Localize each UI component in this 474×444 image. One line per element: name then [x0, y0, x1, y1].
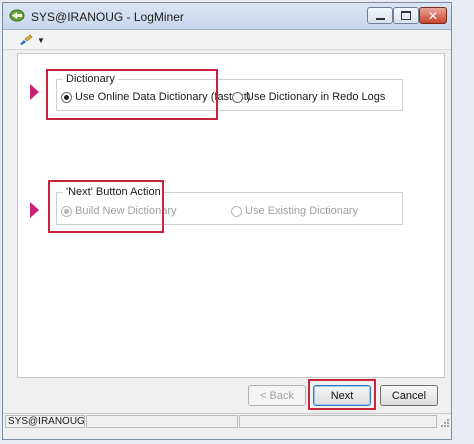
radio-redo-logs-label: Use Dictionary in Redo Logs — [246, 91, 386, 103]
window-title: SYS@IRANOUG - LogMiner — [31, 10, 184, 24]
back-button[interactable]: < Back — [248, 385, 306, 406]
status-panel-1 — [86, 415, 238, 428]
wizard-content: Dictionary Use Online Data Dictionary (f… — [17, 53, 445, 378]
pointer-arrow-icon — [30, 84, 39, 100]
status-panel-2 — [239, 415, 437, 428]
radio-use-existing-label: Use Existing Dictionary — [245, 205, 359, 217]
status-connection: SYS@IRANOUG — [5, 415, 85, 428]
next-button[interactable]: Next — [313, 385, 371, 406]
maximize-icon — [401, 11, 411, 20]
maximize-button[interactable] — [393, 7, 419, 24]
tool-dropdown-button[interactable]: ▼ — [19, 33, 53, 47]
dictionary-highlight-box — [46, 69, 218, 120]
radio-use-existing-dictionary[interactable]: Use Existing Dictionary — [231, 205, 358, 217]
radio-redo-logs-dictionary[interactable]: Use Dictionary in Redo Logs — [232, 91, 385, 103]
minimize-button[interactable] — [367, 7, 393, 24]
resize-grip-icon[interactable] — [440, 418, 450, 428]
pointer-arrow-icon — [30, 202, 39, 218]
minimize-icon — [375, 17, 385, 20]
database-arrows-icon — [9, 9, 25, 22]
radio-unselected-icon — [232, 91, 243, 103]
cancel-button[interactable]: Cancel — [380, 385, 438, 406]
logminer-window: SYS@IRANOUG - LogMiner ✕ ▼ Dictionary Us… — [2, 2, 452, 440]
radio-unselected-icon — [231, 205, 242, 217]
close-button[interactable]: ✕ — [419, 7, 447, 24]
status-bar: SYS@IRANOUG — [3, 413, 451, 429]
chevron-down-icon: ▼ — [37, 35, 45, 45]
title-bar[interactable]: SYS@IRANOUG - LogMiner ✕ — [3, 3, 451, 30]
paint-brush-icon — [20, 34, 33, 45]
close-icon: ✕ — [427, 8, 439, 23]
toolbar: ▼ — [3, 30, 451, 50]
next-action-highlight-box — [48, 180, 164, 233]
